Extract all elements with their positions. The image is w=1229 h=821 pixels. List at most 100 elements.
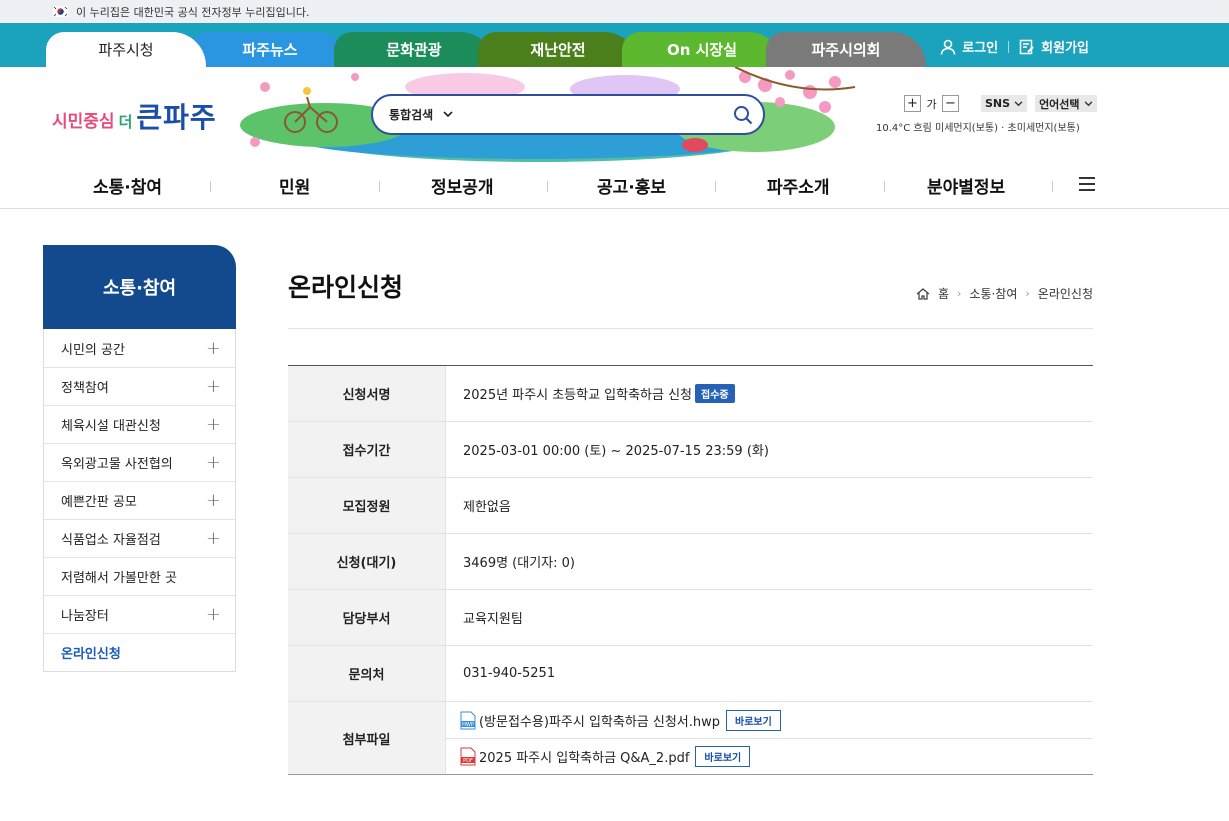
sidebar-item-outdoor-ad[interactable]: 옥외광고물 사전협의 + <box>44 443 235 481</box>
sidebar-item-label: 옥외광고물 사전협의 <box>61 457 173 472</box>
sidebar-item-label: 시민의 공간 <box>61 342 125 358</box>
sidebar-title: 소통·참여 <box>43 245 236 329</box>
plus-icon: + <box>205 528 221 549</box>
plus-icon: + <box>205 452 221 473</box>
zoom-out-button[interactable]: − <box>942 95 959 112</box>
page-title: 온라인신청 <box>288 273 404 302</box>
application-detail-table: 신청서명 2025년 파주시 초등학교 입학축하금 신청 접수중 접수기간 20… <box>288 365 1093 775</box>
pdf-file-icon: PDF <box>460 747 476 766</box>
row-value: 제한없음 <box>463 500 511 515</box>
tab-label: 파주뉴스 <box>242 41 298 59</box>
tab-on-mayor[interactable]: On 시장실 <box>622 32 782 67</box>
breadcrumb-section[interactable]: 소통·참여 <box>969 285 1017 302</box>
divider <box>715 181 716 192</box>
search-button[interactable] <box>723 97 763 133</box>
sidebar-item-food-inspection[interactable]: 식품업소 자율점검 + <box>44 519 235 557</box>
search-bar: 통합검색 <box>371 94 765 135</box>
plus-icon: + <box>205 376 221 397</box>
row-value: 2025년 파주시 초등학교 입학축하금 신청 접수중 <box>446 366 1093 421</box>
row-value: 031-940-5251 <box>463 666 556 681</box>
row-label: 문의처 <box>288 646 446 701</box>
tab-pajunews[interactable]: 파주뉴스 <box>190 32 350 67</box>
table-row: 첨부파일 HWP (방문접수용)파주시 입학축하금 신청서.hwp 바로보기 P… <box>288 702 1093 774</box>
view-button[interactable]: 바로보기 <box>695 746 751 767</box>
sidebar-menu: 시민의 공간 + 정책참여 + 체육시설 대관신청 + 옥외광고물 사전협의 + 예쁜간… <box>43 329 236 672</box>
row-value: 3469명 (대기자: 0) <box>463 556 575 571</box>
attachment-item: HWP (방문접수용)파주시 입학축하금 신청서.hwp 바로보기 <box>446 702 1093 738</box>
table-row: 담당부서 교육지원팀 <box>288 590 1093 646</box>
tab-label: 문화관광 <box>386 41 442 59</box>
korea-flag-icon <box>52 5 69 18</box>
breadcrumb-home[interactable]: 홈 <box>938 285 949 302</box>
divider <box>1008 40 1010 53</box>
chevron-down-icon <box>443 111 453 118</box>
hamburger-menu-icon[interactable] <box>1079 177 1095 191</box>
gnb-info-disclosure[interactable]: 정보공개 <box>431 173 494 198</box>
sidebar-item-label: 온라인신청 <box>61 647 121 662</box>
search-input[interactable] <box>467 107 723 122</box>
breadcrumb: 홈 › 소통·참여 › 온라인신청 <box>916 285 1093 302</box>
site-logo[interactable]: 시민중심 더 큰파주 <box>52 96 217 136</box>
main-navigation: 소통·참여 민원 정보공개 공고·홍보 파주소개 분야별정보 <box>0 165 1229 209</box>
tab-disaster-safety[interactable]: 재난안전 <box>478 32 638 67</box>
status-badge: 접수중 <box>695 384 735 403</box>
tab-label: 파주시의회 <box>811 41 881 59</box>
breadcrumb-current[interactable]: 온라인신청 <box>1038 285 1093 302</box>
divider <box>210 181 211 192</box>
attachment-item: PDF 2025 파주시 입학축하금 Q&A_2.pdf 바로보기 <box>446 738 1093 774</box>
home-icon <box>916 287 930 300</box>
sidebar-item-affordable-places[interactable]: 저렴해서 가볼만한 곳 <box>44 557 235 595</box>
row-label: 신청(대기) <box>288 534 446 589</box>
tab-paju-city[interactable]: 파주시청 <box>46 32 206 67</box>
sns-label: SNS <box>985 97 1011 110</box>
gnb-notice-pr[interactable]: 공고·홍보 <box>597 173 666 198</box>
table-row: 접수기간 2025-03-01 00:00 (토) ~ 2025-07-15 2… <box>288 422 1093 478</box>
attachment-link[interactable]: 2025 파주시 입학축하금 Q&A_2.pdf <box>479 747 689 766</box>
tab-city-council[interactable]: 파주시의회 <box>766 32 926 67</box>
gnb-communication[interactable]: 소통·참여 <box>93 173 162 198</box>
sidebar-item-label: 나눔장터 <box>61 609 109 624</box>
gov-banner[interactable]: 이 누리집은 대한민국 공식 전자정부 누리집입니다. <box>0 0 1229 23</box>
sidebar-item-citizen-space[interactable]: 시민의 공간 + <box>44 329 235 367</box>
zoom-in-button[interactable]: + <box>904 95 921 112</box>
sidebar-item-policy[interactable]: 정책참여 + <box>44 367 235 405</box>
logo-text-3: 큰파주 <box>136 101 217 134</box>
sidebar-item-sports-facility[interactable]: 체육시설 대관신청 + <box>44 405 235 443</box>
weather-info: 10.4°C 흐림 미세먼지(보통) · 초미세먼지(보통) <box>876 123 1080 134</box>
table-row: 문의처 031-940-5251 <box>288 646 1093 702</box>
language-dropdown[interactable]: 언어선택 <box>1035 95 1097 112</box>
search-category-select[interactable]: 통합검색 <box>389 106 453 123</box>
svg-text:HWP: HWP <box>462 722 474 728</box>
logo-text-2: 더 <box>118 113 133 131</box>
attachment-link[interactable]: (방문접수용)파주시 입학축하금 신청서.hwp <box>479 711 720 730</box>
gnb-civil-service[interactable]: 민원 <box>279 173 310 198</box>
chevron-right-icon: › <box>957 287 962 300</box>
sidebar-item-label: 정책참여 <box>61 381 109 396</box>
sns-dropdown[interactable]: SNS <box>981 95 1028 112</box>
gnb-field-info[interactable]: 분야별정보 <box>927 173 1005 198</box>
gnb-about-paju[interactable]: 파주소개 <box>767 173 830 198</box>
divider <box>1052 181 1053 192</box>
chevron-down-icon <box>1084 100 1092 106</box>
divider <box>884 181 885 192</box>
application-name: 2025년 파주시 초등학교 입학축하금 신청 <box>463 388 693 403</box>
table-row: 모집정원 제한없음 <box>288 478 1093 534</box>
search-icon <box>734 105 753 124</box>
sidebar-item-flea-market[interactable]: 나눔장터 + <box>44 595 235 633</box>
login-link[interactable]: 로그인 <box>962 37 998 56</box>
gov-banner-text: 이 누리집은 대한민국 공식 전자정부 누리집입니다. <box>76 5 310 19</box>
row-label: 신청서명 <box>288 366 446 421</box>
tab-culture-tourism[interactable]: 문화관광 <box>334 32 494 67</box>
plus-icon: + <box>205 604 221 625</box>
view-button[interactable]: 바로보기 <box>726 709 781 731</box>
sidebar-item-signboard-contest[interactable]: 예쁜간판 공모 + <box>44 481 235 519</box>
tab-label: On 시장실 <box>666 41 738 59</box>
signup-icon <box>1019 39 1034 54</box>
sidebar-item-label: 체육시설 대관신청 <box>61 419 161 434</box>
signup-link[interactable]: 회원가입 <box>1041 37 1089 56</box>
table-row: 신청(대기) 3469명 (대기자: 0) <box>288 534 1093 590</box>
sidebar-item-online-application[interactable]: 온라인신청 <box>44 633 235 671</box>
zoom-label: 가 <box>926 97 937 111</box>
row-value: 교육지원팀 <box>463 612 523 627</box>
search-category-label: 통합검색 <box>389 108 434 122</box>
